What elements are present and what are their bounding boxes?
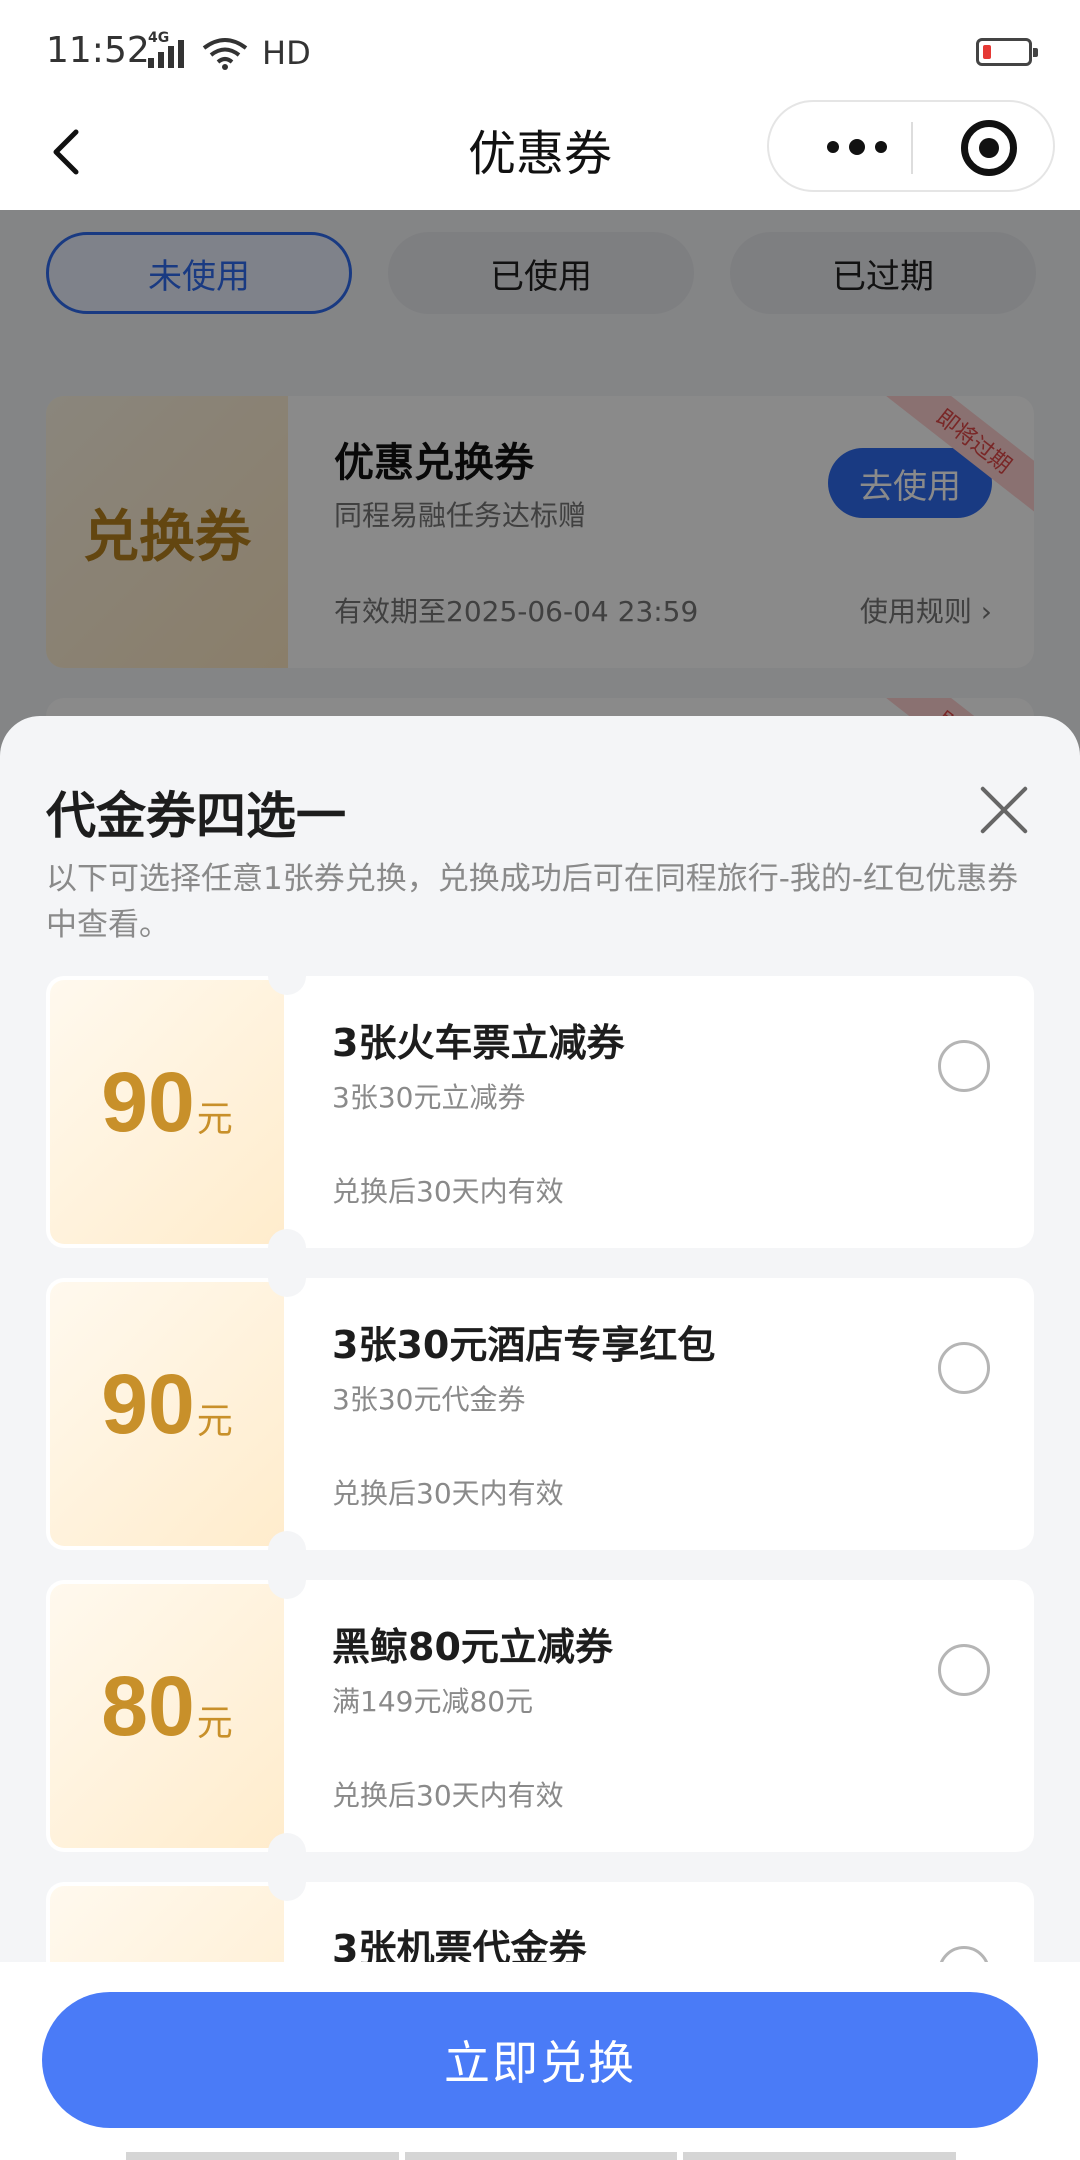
more-dot-icon	[875, 141, 887, 153]
coupon-option-hotel[interactable]: 90 元 3张30元酒店专享红包 3张30元代金券 兑换后30天内有效	[46, 1278, 1034, 1550]
network-type-label: 4G	[148, 30, 170, 46]
footer-bar: 立即兑换	[0, 1962, 1080, 2160]
coupon-amount-box: 90 元	[50, 980, 284, 1244]
cellular-signal-icon: 4G HD	[148, 30, 311, 72]
coupon-unit: 元	[196, 1703, 233, 1744]
status-bar: 11:52 4G HD	[0, 0, 1080, 100]
coupon-unit: 元	[196, 1401, 233, 1442]
coupon-validity: 兑换后30天内有效	[332, 1779, 564, 1812]
coupon-title: 黑鲸80元立减券	[332, 1625, 613, 1669]
sheet-description: 以下可选择任意1张券兑换，兑换成功后可在同程旅行-我的-红包优惠券中查看。	[46, 861, 1019, 943]
miniapp-capsule	[767, 100, 1055, 192]
coupon-option-train[interactable]: 90 元 3张火车票立减券 3张30元立减券 兑换后30天内有效	[46, 976, 1034, 1248]
coupon-title: 3张火车票立减券	[332, 1021, 625, 1065]
coupon-amount: 80	[101, 1659, 195, 1753]
coupon-unit: 元	[196, 1099, 233, 1140]
select-radio[interactable]	[938, 1644, 990, 1696]
coupon-amount: 90	[101, 1055, 195, 1149]
coupon-option-heijing[interactable]: 80 元 黑鲸80元立减券 满149元减80元 兑换后30天内有效	[46, 1580, 1034, 1852]
home-indicator	[126, 2152, 957, 2160]
coupon-amount: 90	[101, 1357, 195, 1451]
nav-bar: 优惠券	[0, 100, 1080, 210]
coupon-subtitle: 3张30元立减券	[332, 1081, 526, 1114]
coupon-amount-box: 80 元	[50, 1584, 284, 1848]
more-button[interactable]	[809, 132, 905, 162]
close-miniapp-button[interactable]	[961, 120, 1017, 176]
sheet-title: 代金券四选一	[46, 787, 346, 845]
close-icon[interactable]	[978, 784, 1030, 836]
coupon-subtitle: 满149元减80元	[332, 1685, 534, 1718]
coupon-title: 3张30元酒店专享红包	[332, 1323, 716, 1367]
coupon-selection-sheet: 代金券四选一 以下可选择任意1张券兑换，兑换成功后可在同程旅行-我的-红包优惠券…	[0, 716, 1080, 2160]
select-radio[interactable]	[938, 1342, 990, 1394]
battery-icon	[976, 38, 1038, 66]
coupon-subtitle: 3张30元代金券	[332, 1383, 526, 1416]
hd-label: HD	[262, 34, 311, 72]
select-radio[interactable]	[938, 1040, 990, 1092]
coupon-validity: 兑换后30天内有效	[332, 1175, 564, 1208]
coupon-validity: 兑换后30天内有效	[332, 1477, 564, 1510]
more-dot-icon	[849, 139, 865, 155]
capsule-divider	[911, 122, 913, 174]
wifi-icon	[202, 38, 248, 70]
coupon-amount-box: 90 元	[50, 1282, 284, 1546]
more-dot-icon	[827, 141, 839, 153]
redeem-now-button[interactable]: 立即兑换	[42, 1992, 1038, 2128]
status-time: 11:52	[46, 30, 150, 71]
